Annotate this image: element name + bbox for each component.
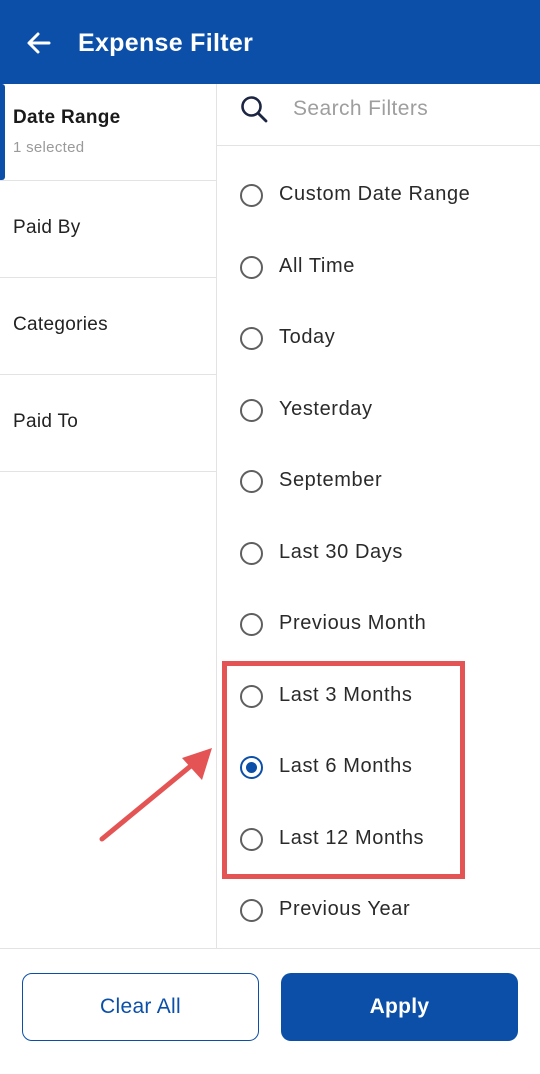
option-label: All Time [279, 255, 355, 277]
radio-button[interactable] [240, 399, 263, 422]
radio-button[interactable] [240, 542, 263, 565]
search-input[interactable] [293, 92, 523, 126]
option-custom-date-range[interactable]: Custom Date Range [217, 171, 540, 221]
option-yesterday[interactable]: Yesterday [217, 386, 540, 436]
sidebar-item-selected-count: 1 selected [13, 139, 85, 156]
search-bar [217, 84, 540, 146]
option-label: Custom Date Range [279, 183, 471, 205]
option-label: Yesterday [279, 398, 373, 420]
arrow-left-icon [27, 32, 51, 54]
app-bar: Expense Filter [0, 0, 540, 84]
sidebar-item-categories[interactable]: Categories [0, 278, 216, 375]
option-last-6-months[interactable]: Last 6 Months [217, 743, 540, 793]
option-last-12-months[interactable]: Last 12 Months [217, 815, 540, 865]
sidebar-item-label: Paid By [13, 217, 81, 238]
radio-button[interactable] [240, 685, 263, 708]
option-label: Last 30 Days [279, 541, 403, 563]
radio-button[interactable] [240, 613, 263, 636]
radio-button[interactable] [240, 470, 263, 493]
option-label: Last 12 Months [279, 827, 425, 849]
option-label: Today [279, 326, 336, 348]
option-today[interactable]: Today [217, 314, 540, 364]
option-label: September [279, 469, 383, 491]
option-last-30-days[interactable]: Last 30 Days [217, 529, 540, 579]
radio-button-selected[interactable] [240, 756, 263, 779]
back-button[interactable] [22, 26, 56, 60]
radio-button[interactable] [240, 899, 263, 922]
sidebar-item-label: Categories [13, 314, 108, 335]
footer-actions: Clear All Apply [0, 948, 540, 1074]
option-label: Previous Year [279, 898, 411, 920]
option-last-3-months[interactable]: Last 3 Months [217, 672, 540, 722]
option-label: Last 3 Months [279, 684, 413, 706]
radio-button[interactable] [240, 327, 263, 350]
option-september[interactable]: September [217, 457, 540, 507]
option-previous-year[interactable]: Previous Year [217, 886, 540, 936]
option-label: Last 6 Months [279, 755, 413, 777]
apply-button[interactable]: Apply [281, 973, 518, 1041]
radio-button[interactable] [240, 828, 263, 851]
filter-category-sidebar: Date Range 1 selected Paid By Categories… [0, 84, 216, 948]
sidebar-item-date-range[interactable]: Date Range 1 selected [0, 84, 216, 181]
sidebar-item-label: Date Range [13, 107, 121, 128]
page-title: Expense Filter [78, 29, 254, 57]
option-label: Previous Month [279, 612, 427, 634]
sidebar-item-paid-by[interactable]: Paid By [0, 181, 216, 278]
search-icon [241, 96, 268, 123]
option-all-time[interactable]: All Time [217, 243, 540, 293]
sidebar-item-paid-to[interactable]: Paid To [0, 375, 216, 472]
sidebar-item-label: Paid To [13, 411, 79, 432]
option-previous-month[interactable]: Previous Month [217, 600, 540, 650]
clear-all-button[interactable]: Clear All [22, 973, 259, 1041]
radio-button[interactable] [240, 256, 263, 279]
radio-button[interactable] [240, 184, 263, 207]
